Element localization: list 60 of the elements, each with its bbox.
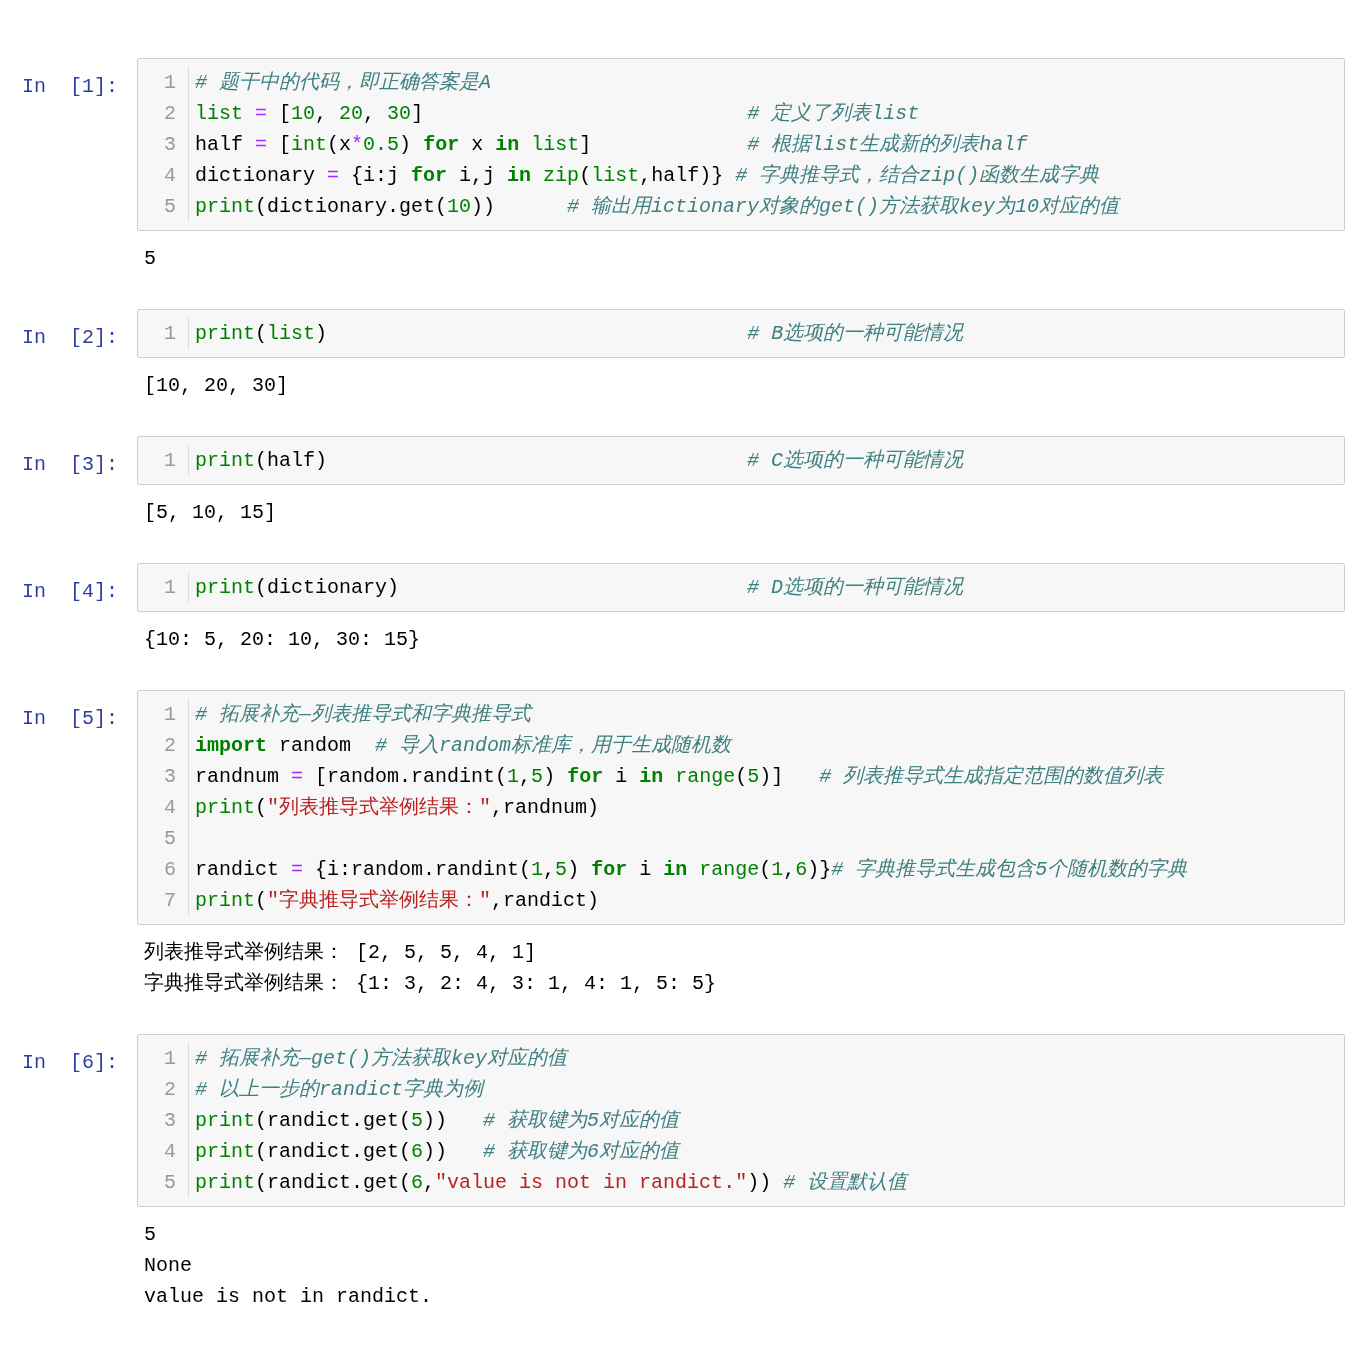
line-number: 2 [163, 733, 177, 759]
line-number: 1 [163, 575, 177, 601]
output-text: 字典推导式举例结果： {1: 3, 2: 4, 3: 1, 4: 1, 5: 5} [144, 971, 718, 997]
line-number: 4 [163, 1139, 177, 1165]
code-line: print("字典推导式举例结果：",randict) [195, 888, 601, 914]
cell-prompt: In [4]: [22, 579, 119, 605]
line-number: 4 [163, 795, 177, 821]
output-text: 列表推导式举例结果： [2, 5, 5, 4, 1] [144, 940, 538, 966]
line-number: 7 [163, 888, 177, 914]
line-number: 6 [163, 857, 177, 883]
code-line: randnum = [random.randint(1,5) for i in range(5)] # 列表推导式生成指定范围的数值列表 [195, 764, 1166, 790]
line-number: 5 [163, 194, 177, 220]
code-line: print(randict.get(6,"value is not in randict.")) # 设置默认值 [195, 1170, 910, 1196]
cell-prompt: In [6]: [22, 1050, 119, 1076]
output-text: None [144, 1253, 193, 1279]
output-text: [5, 10, 15] [144, 500, 278, 526]
line-number: 1 [163, 702, 177, 728]
cell-prompt: In [3]: [22, 452, 119, 478]
cell-prompt: In [5]: [22, 706, 119, 732]
code-line: # 以上一步的randict字典为例 [195, 1077, 486, 1103]
line-number: 1 [163, 1046, 177, 1072]
line-number: 4 [163, 163, 177, 189]
line-number: 3 [163, 132, 177, 158]
code-line: # 拓展补充—get()方法获取key对应的值 [195, 1046, 570, 1072]
output-text: 5 [144, 246, 157, 272]
code-line: half = [int(x*0.5) for x in list] # 根据list生成新的列表half [195, 132, 1029, 158]
code-cell[interactable]: 1 2 3 4 5 # 拓展补充—get()方法获取key对应的值 # 以上一步的randict字典为例 print(randict.get(5)) # 获取键为5对应的值 print(randict.get(6)) # 获取键为6对应的值 print(randict.get(6,"value is not in randict.")) # 设置默认值 [137, 1034, 1345, 1207]
code-cell[interactable]: 1 print(list) # B选项的一种可能情况 [137, 309, 1345, 358]
code-line: randict = {i:random.randint(1,5) for i in range(1,6)}# 字典推导式生成包含5个随机数的字典 [195, 857, 1189, 883]
code-line: print(randict.get(5)) # 获取键为5对应的值 [195, 1108, 682, 1134]
code-line: print(dictionary.get(10)) # 输出用ictionary对象的get()方法获取key为10对应的值 [195, 194, 1122, 220]
line-number: 1 [163, 321, 177, 347]
output-text: 5 [144, 1222, 157, 1248]
line-number: 5 [163, 826, 177, 852]
cell-prompt: In [1]: [22, 74, 119, 100]
code-line: print(randict.get(6)) # 获取键为6对应的值 [195, 1139, 682, 1165]
line-number: 1 [163, 448, 177, 474]
code-line: # 题干中的代码，即正确答案是A [195, 70, 492, 96]
code-cell[interactable]: 1 print(half) # C选项的一种可能情况 [137, 436, 1345, 485]
code-cell[interactable]: 1 print(dictionary) # D选项的一种可能情况 [137, 563, 1345, 612]
code-line: dictionary = {i:j for i,j in zip(list,half)} # 字典推导式，结合zip()函数生成字典 [195, 163, 1101, 189]
line-number: 3 [163, 1108, 177, 1134]
code-cell[interactable] [137, 690, 1345, 925]
output-text: [10, 20, 30] [144, 373, 290, 399]
line-number: 1 [163, 70, 177, 96]
line-number: 2 [163, 101, 177, 127]
cell-prompt: In [2]: [22, 325, 119, 351]
code-line: print(half) # C选项的一种可能情况 [195, 448, 965, 474]
line-number: 2 [163, 1077, 177, 1103]
code-line: import random # 导入random标准库，用于生成随机数 [195, 733, 734, 759]
code-line: print("列表推导式举例结果：",randnum) [195, 795, 601, 821]
code-line: list = [10, 20, 30] # 定义了列表list [195, 101, 921, 127]
code-line: print(dictionary) # D选项的一种可能情况 [195, 575, 965, 601]
output-text: {10: 5, 20: 10, 30: 15} [144, 627, 422, 653]
output-text: value is not in randict. [144, 1284, 434, 1310]
code-line: # 拓展补充—列表推导式和字典推导式 [195, 702, 534, 728]
code-line: print(list) # B选项的一种可能情况 [195, 321, 965, 347]
line-number: 3 [163, 764, 177, 790]
line-number: 5 [163, 1170, 177, 1196]
code-cell[interactable] [137, 58, 1345, 231]
